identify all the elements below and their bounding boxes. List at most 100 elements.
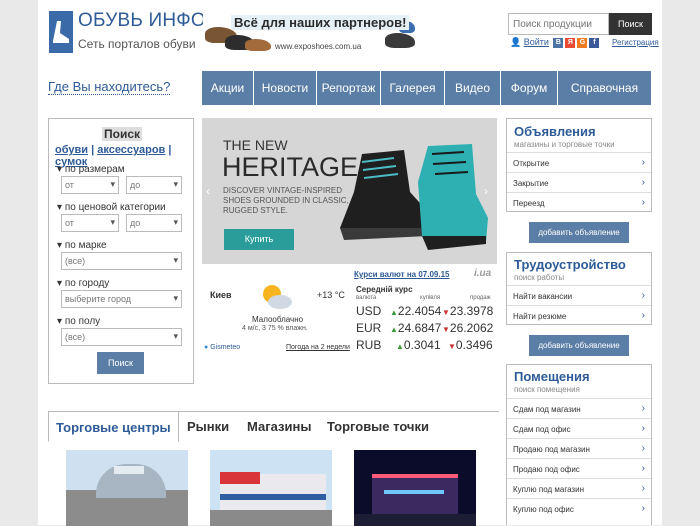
size-from-select[interactable]: от [61, 176, 119, 194]
currency-code: EUR [356, 321, 382, 335]
ads-item[interactable]: Открытие › [507, 152, 651, 172]
arrow-down-icon: ▼ [448, 342, 456, 351]
size-to-select[interactable]: до [126, 176, 182, 194]
rooms-item[interactable]: Продаю под магазин › [507, 438, 651, 458]
price-to-select[interactable]: до [126, 214, 182, 232]
partners-banner[interactable]: Всё для наших партнеров! www.exposhoes.c… [203, 13, 418, 56]
tab-accessories[interactable]: аксессуаров [97, 144, 165, 156]
mall-photo-2[interactable] [210, 450, 332, 526]
tab-outlets[interactable]: Торговые точки [320, 411, 436, 442]
weather-widget: Киев +13 °C Малооблачно 4 м/с, 3 75 % вл… [202, 268, 350, 358]
logo-icon[interactable] [49, 11, 73, 53]
mall-photo-3[interactable] [354, 450, 476, 526]
tab-shops[interactable]: Магазины [240, 411, 318, 442]
vk-icon[interactable]: В [553, 37, 564, 48]
arrow-down-icon: ▼ [442, 308, 450, 317]
iua-logo: i.ua [474, 268, 492, 279]
nav-item-actions[interactable]: Акции [202, 71, 254, 105]
tab-shoes[interactable]: обуви [55, 144, 88, 156]
ads-subtitle: магазины и торговые точки [514, 140, 615, 149]
rooms-box: Помещения поиск помещения Сдам под магаз… [506, 364, 652, 525]
size-filter-label[interactable]: ▾ по размерам [57, 164, 125, 175]
chevron-right-icon: › [641, 403, 645, 414]
arrow-up-icon: ▲ [390, 325, 398, 334]
jobs-item[interactable]: Найти резюме › [507, 305, 651, 325]
city-select[interactable]: выберите город [61, 290, 182, 308]
jobs-item[interactable]: Найти вакансии › [507, 285, 651, 305]
rooms-item[interactable]: Куплю под магазин › [507, 478, 651, 498]
sex-filter-label[interactable]: ▾ по полу [57, 316, 100, 327]
rooms-item[interactable]: Сдам под офис › [507, 418, 651, 438]
brand-filter-label[interactable]: ▾ по марке [57, 240, 107, 251]
rooms-item[interactable]: Сдам под магазин › [507, 398, 651, 418]
yandex-icon[interactable]: Я [565, 37, 576, 48]
weather-condition: Малооблачно [252, 315, 304, 324]
arrow-up-icon: ▲ [396, 342, 404, 351]
tab-markets[interactable]: Рынки [180, 411, 236, 442]
login-link[interactable]: Войти [524, 37, 549, 47]
tab-malls[interactable]: Торговые центры [48, 411, 179, 442]
gismeteo-link[interactable]: ● Gismeteo [204, 344, 240, 351]
product-search-input[interactable] [508, 13, 609, 35]
chevron-down-icon: ▾ [57, 164, 65, 175]
price-filter-label[interactable]: ▾ по ценовой категории [57, 202, 166, 213]
nav-item-forum[interactable]: Форум [501, 71, 558, 105]
currency-sell: ▼0.3496 [448, 338, 493, 352]
brand-select[interactable]: (все) [61, 252, 182, 270]
logo-title[interactable]: ОБУВЬ ИНФО [78, 10, 206, 32]
city-filter-label[interactable]: ▾ по городу [57, 278, 109, 289]
ads-item[interactable]: Закрытие › [507, 172, 651, 192]
chevron-left-icon[interactable]: ‹ [206, 184, 210, 198]
add-job-ad-button[interactable]: добавить объявление [529, 335, 629, 356]
nav-item-gallery[interactable]: Галерея [381, 71, 445, 105]
location-link[interactable]: Где Вы находитесь? [48, 79, 171, 95]
col-sell: продаж [470, 295, 491, 301]
banner-url: www.exposhoes.com.ua [275, 42, 362, 51]
jobs-box: Трудоустройство поиск работы Найти вакан… [506, 252, 652, 325]
add-ad-button[interactable]: добавить объявление [529, 222, 629, 243]
chevron-right-icon: › [641, 483, 645, 494]
col-buy: купівля [420, 295, 441, 301]
nav-item-reference[interactable]: Справочная [558, 71, 651, 105]
rooms-item[interactable]: Продаю под офис › [507, 458, 651, 478]
chevron-down-icon: ▾ [57, 278, 65, 289]
google-icon[interactable]: G [577, 37, 588, 48]
nav-item-news[interactable]: Новости [254, 71, 317, 105]
currency-sell: ▼23.3978 [442, 304, 494, 318]
ads-item[interactable]: Переезд › [507, 192, 651, 212]
search-panel: Поиск обуви | аксессуаров | сумок ▾ по р… [48, 118, 194, 384]
rooms-item[interactable]: Куплю под офис › [507, 498, 651, 518]
price-from-select[interactable]: от [61, 214, 119, 232]
register-link[interactable]: Регистрация [612, 38, 659, 47]
rooms-subtitle: поиск помещения [514, 385, 580, 394]
forecast-link[interactable]: Погода на 2 недели [286, 344, 350, 351]
ads-title: Объявления [514, 124, 596, 139]
jobs-subtitle: поиск работы [514, 273, 565, 282]
currency-code: USD [356, 304, 382, 318]
buy-button[interactable]: Купить [224, 229, 294, 250]
chevron-right-icon: › [641, 503, 645, 514]
search-button[interactable]: Поиск [609, 13, 652, 35]
rooms-title: Помещения [514, 369, 590, 384]
promo-slider[interactable]: THE NEW HERITAGE DISCOVER VINTAGE-INSPIR… [202, 118, 497, 264]
currency-title[interactable]: Курси валют на 07.09.15 [354, 270, 449, 279]
chevron-right-icon: › [641, 310, 645, 321]
nav-item-video[interactable]: Видео [445, 71, 501, 105]
chevron-down-icon: ▾ [57, 240, 65, 251]
col-currency: валюта [356, 295, 377, 301]
ads-box: Объявления магазины и торговые точки Отк… [506, 118, 652, 212]
partly-cloudy-icon [263, 285, 292, 309]
chevron-right-icon: › [641, 157, 645, 168]
weather-temp: +13 °C [317, 290, 345, 300]
panel-search-button[interactable]: Поиск [97, 352, 144, 374]
sex-select[interactable]: (все) [61, 328, 182, 346]
chevron-down-icon: ▾ [57, 316, 65, 327]
currency-buy: ▲22.4054 [390, 304, 442, 318]
gismeteo-icon: ● [204, 344, 209, 351]
facebook-icon[interactable]: f [589, 37, 600, 48]
mall-photo-1[interactable] [66, 450, 188, 526]
page: ОБУВЬ ИНФО Сеть порталов обуви Всё для н… [38, 0, 662, 526]
currency-code: RUB [356, 338, 382, 352]
chevron-right-icon: › [641, 443, 645, 454]
nav-item-report[interactable]: Репортаж [317, 71, 381, 105]
